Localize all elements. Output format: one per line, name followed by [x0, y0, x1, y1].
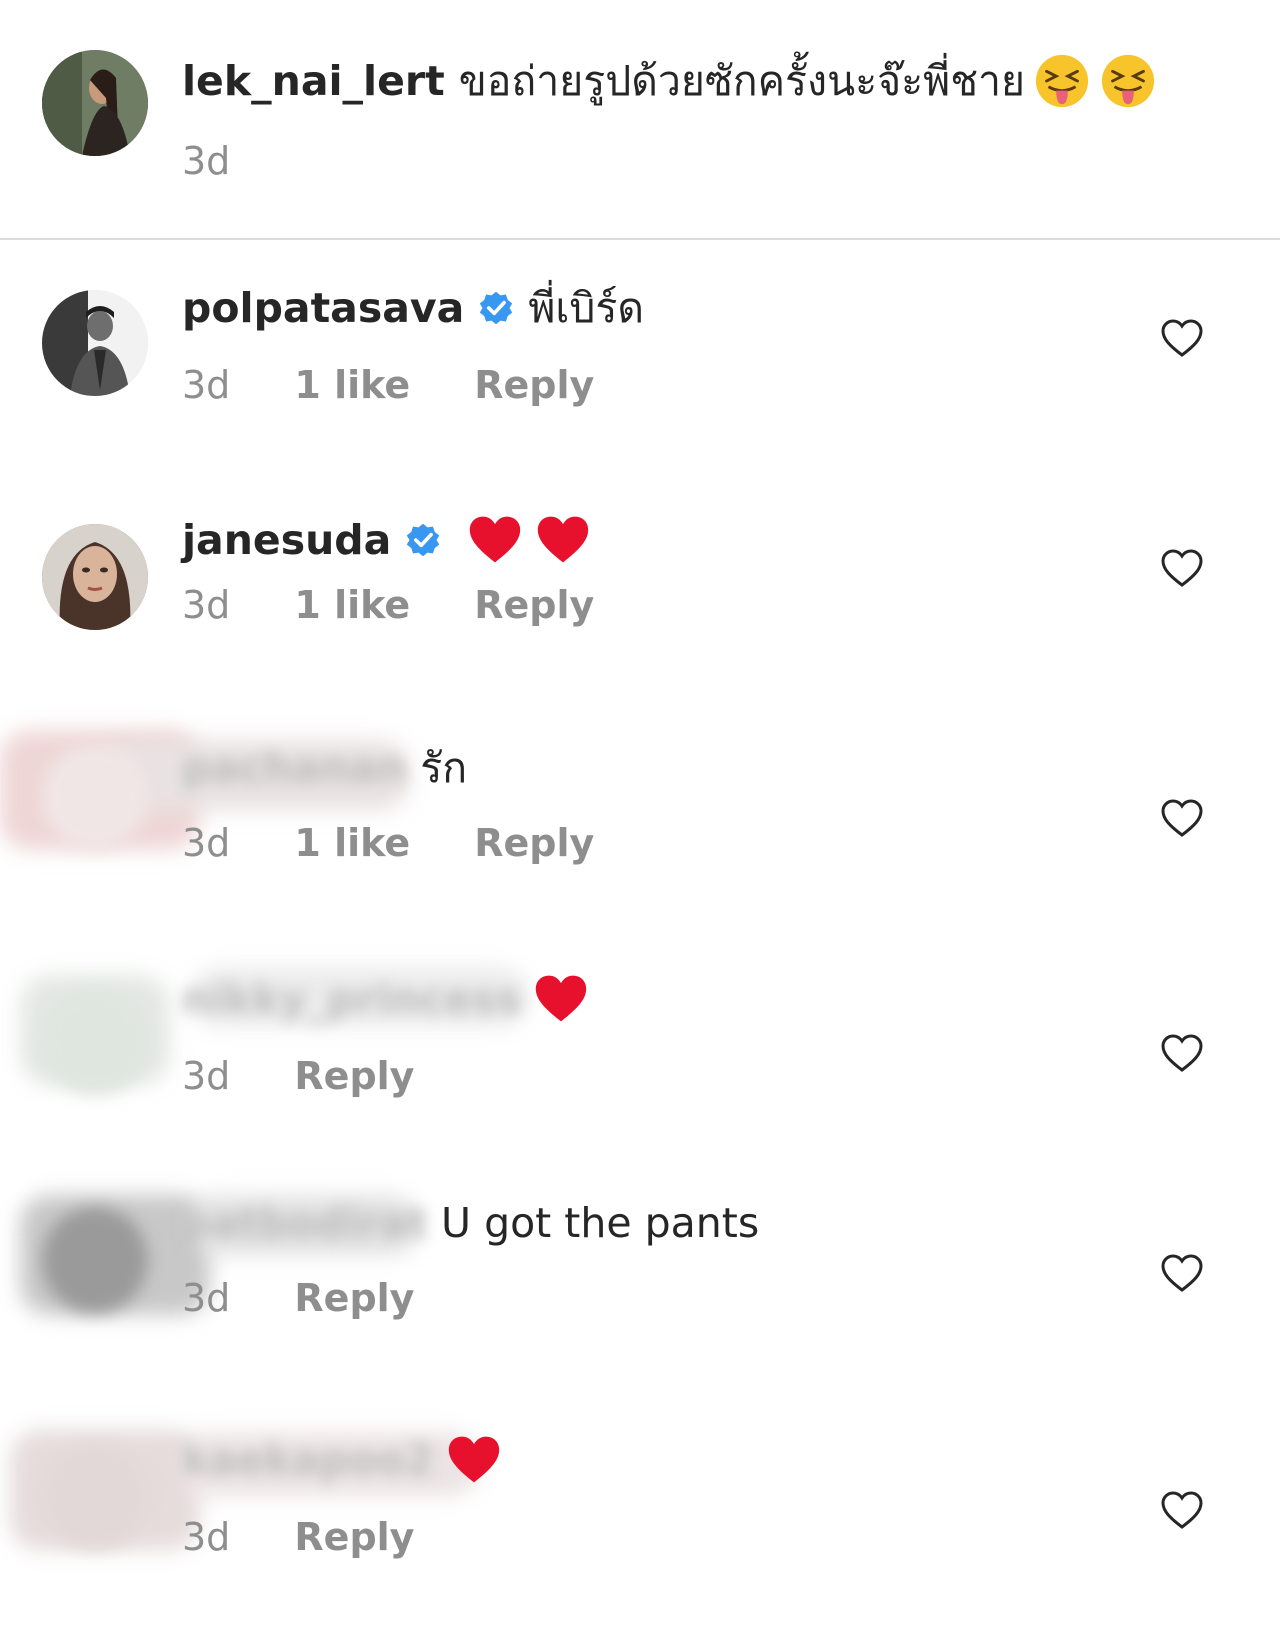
- avatar[interactable]: [42, 524, 148, 630]
- comment-line: pachanan รัก: [182, 742, 467, 794]
- like-count[interactable]: 1 like: [294, 583, 410, 627]
- reply-button[interactable]: Reply: [294, 1054, 414, 1098]
- reply-button[interactable]: Reply: [474, 363, 594, 407]
- comment-username[interactable]: kaekapoo2: [182, 1434, 434, 1486]
- comment-meta: 3d Reply: [182, 1275, 466, 1321]
- comment-username[interactable]: polpatasava: [182, 282, 464, 334]
- comment-time: 3d: [182, 1054, 231, 1098]
- comment-meta: 3d Reply: [182, 1053, 466, 1099]
- avatar[interactable]: [42, 1444, 148, 1550]
- squinting-tongue-emoji-icon: [1035, 54, 1089, 108]
- reply-button[interactable]: Reply: [294, 1515, 414, 1559]
- caption-meta: 3d: [182, 138, 282, 184]
- avatar-photo: [42, 524, 148, 630]
- comment-line: nikky_princess: [182, 971, 589, 1027]
- like-count[interactable]: 1 like: [294, 821, 410, 865]
- red-heart-emoji-icon: [535, 975, 586, 1022]
- comment-meta: 3d 1 like Reply: [182, 582, 646, 628]
- comment-time: 3d: [182, 139, 231, 183]
- caption-block: lek_nai_lert ขอถ่ายรูปด้วยซักครั้งนะจ๊ะพ…: [0, 0, 1280, 240]
- comment-time: 3d: [182, 1515, 231, 1559]
- comment-item: janesuda 3d 1 like Reply: [0, 498, 1280, 698]
- comment-time: 3d: [182, 1276, 231, 1320]
- avatar[interactable]: [42, 290, 148, 396]
- caption-line: lek_nai_lert ขอถ่ายรูปด้วยซักครั้งนะจ๊ะพ…: [182, 52, 1157, 110]
- comment-item: kaekapoo2 3d Reply: [0, 1410, 1280, 1610]
- comment-text: พี่เบิร์ด: [528, 284, 645, 332]
- red-heart-emoji-icon: [448, 1436, 500, 1483]
- like-heart-icon[interactable]: [1160, 798, 1204, 838]
- like-heart-icon[interactable]: [1160, 1033, 1204, 1073]
- like-heart-icon[interactable]: [1160, 1490, 1204, 1530]
- comment-item: pachanan รัก 3d 1 like Reply: [0, 720, 1280, 920]
- comment-line: polpatasava พี่เบิร์ด: [182, 282, 644, 334]
- caption-username[interactable]: lek_nai_lert: [182, 55, 445, 107]
- like-count[interactable]: 1 like: [294, 363, 410, 407]
- comment-line: patbodirat U got the pants: [182, 1197, 759, 1249]
- comment-item: nikky_princess 3d Reply: [0, 955, 1280, 1155]
- red-heart-emoji-icon: [470, 516, 521, 563]
- avatar[interactable]: [42, 744, 148, 850]
- comment-time: 3d: [182, 363, 231, 407]
- comment-text: รัก: [420, 744, 468, 792]
- comment-item: polpatasava พี่เบิร์ด 3d 1 like Reply: [0, 270, 1280, 470]
- comment-username[interactable]: janesuda: [182, 514, 391, 566]
- verified-badge-icon: [480, 291, 513, 325]
- comment-line: janesuda: [182, 512, 591, 568]
- verified-badge-icon: [407, 523, 440, 557]
- avatar[interactable]: [42, 50, 148, 156]
- comment-time: 3d: [182, 583, 231, 627]
- comment-username[interactable]: patbodirat: [182, 1197, 427, 1249]
- avatar-photo: [42, 290, 148, 396]
- reply-button[interactable]: Reply: [474, 583, 594, 627]
- comment-username[interactable]: nikky_princess: [182, 973, 521, 1025]
- caption-text: ขอถ่ายรูปด้วยซักครั้งนะจ๊ะพี่ชาย: [458, 57, 1026, 105]
- like-heart-icon[interactable]: [1160, 318, 1204, 358]
- comment-meta: 3d Reply: [182, 1514, 466, 1560]
- comment-item: patbodirat U got the pants 3d Reply: [0, 1185, 1280, 1385]
- red-heart-emoji-icon: [538, 516, 589, 563]
- reply-button[interactable]: Reply: [294, 1276, 414, 1320]
- avatar[interactable]: [42, 1207, 148, 1313]
- comment-meta: 3d 1 like Reply: [182, 820, 646, 866]
- like-heart-icon[interactable]: [1160, 1253, 1204, 1293]
- comment-username[interactable]: pachanan: [182, 742, 406, 794]
- comment-text: U got the pants: [441, 1199, 760, 1247]
- avatar[interactable]: [42, 989, 148, 1095]
- squinting-tongue-emoji-icon: [1101, 54, 1155, 108]
- like-heart-icon[interactable]: [1160, 548, 1204, 588]
- comment-meta: 3d 1 like Reply: [182, 362, 646, 408]
- reply-button[interactable]: Reply: [474, 821, 594, 865]
- avatar-photo: [42, 50, 148, 156]
- comment-line: kaekapoo2: [182, 1432, 502, 1488]
- comment-time: 3d: [182, 821, 231, 865]
